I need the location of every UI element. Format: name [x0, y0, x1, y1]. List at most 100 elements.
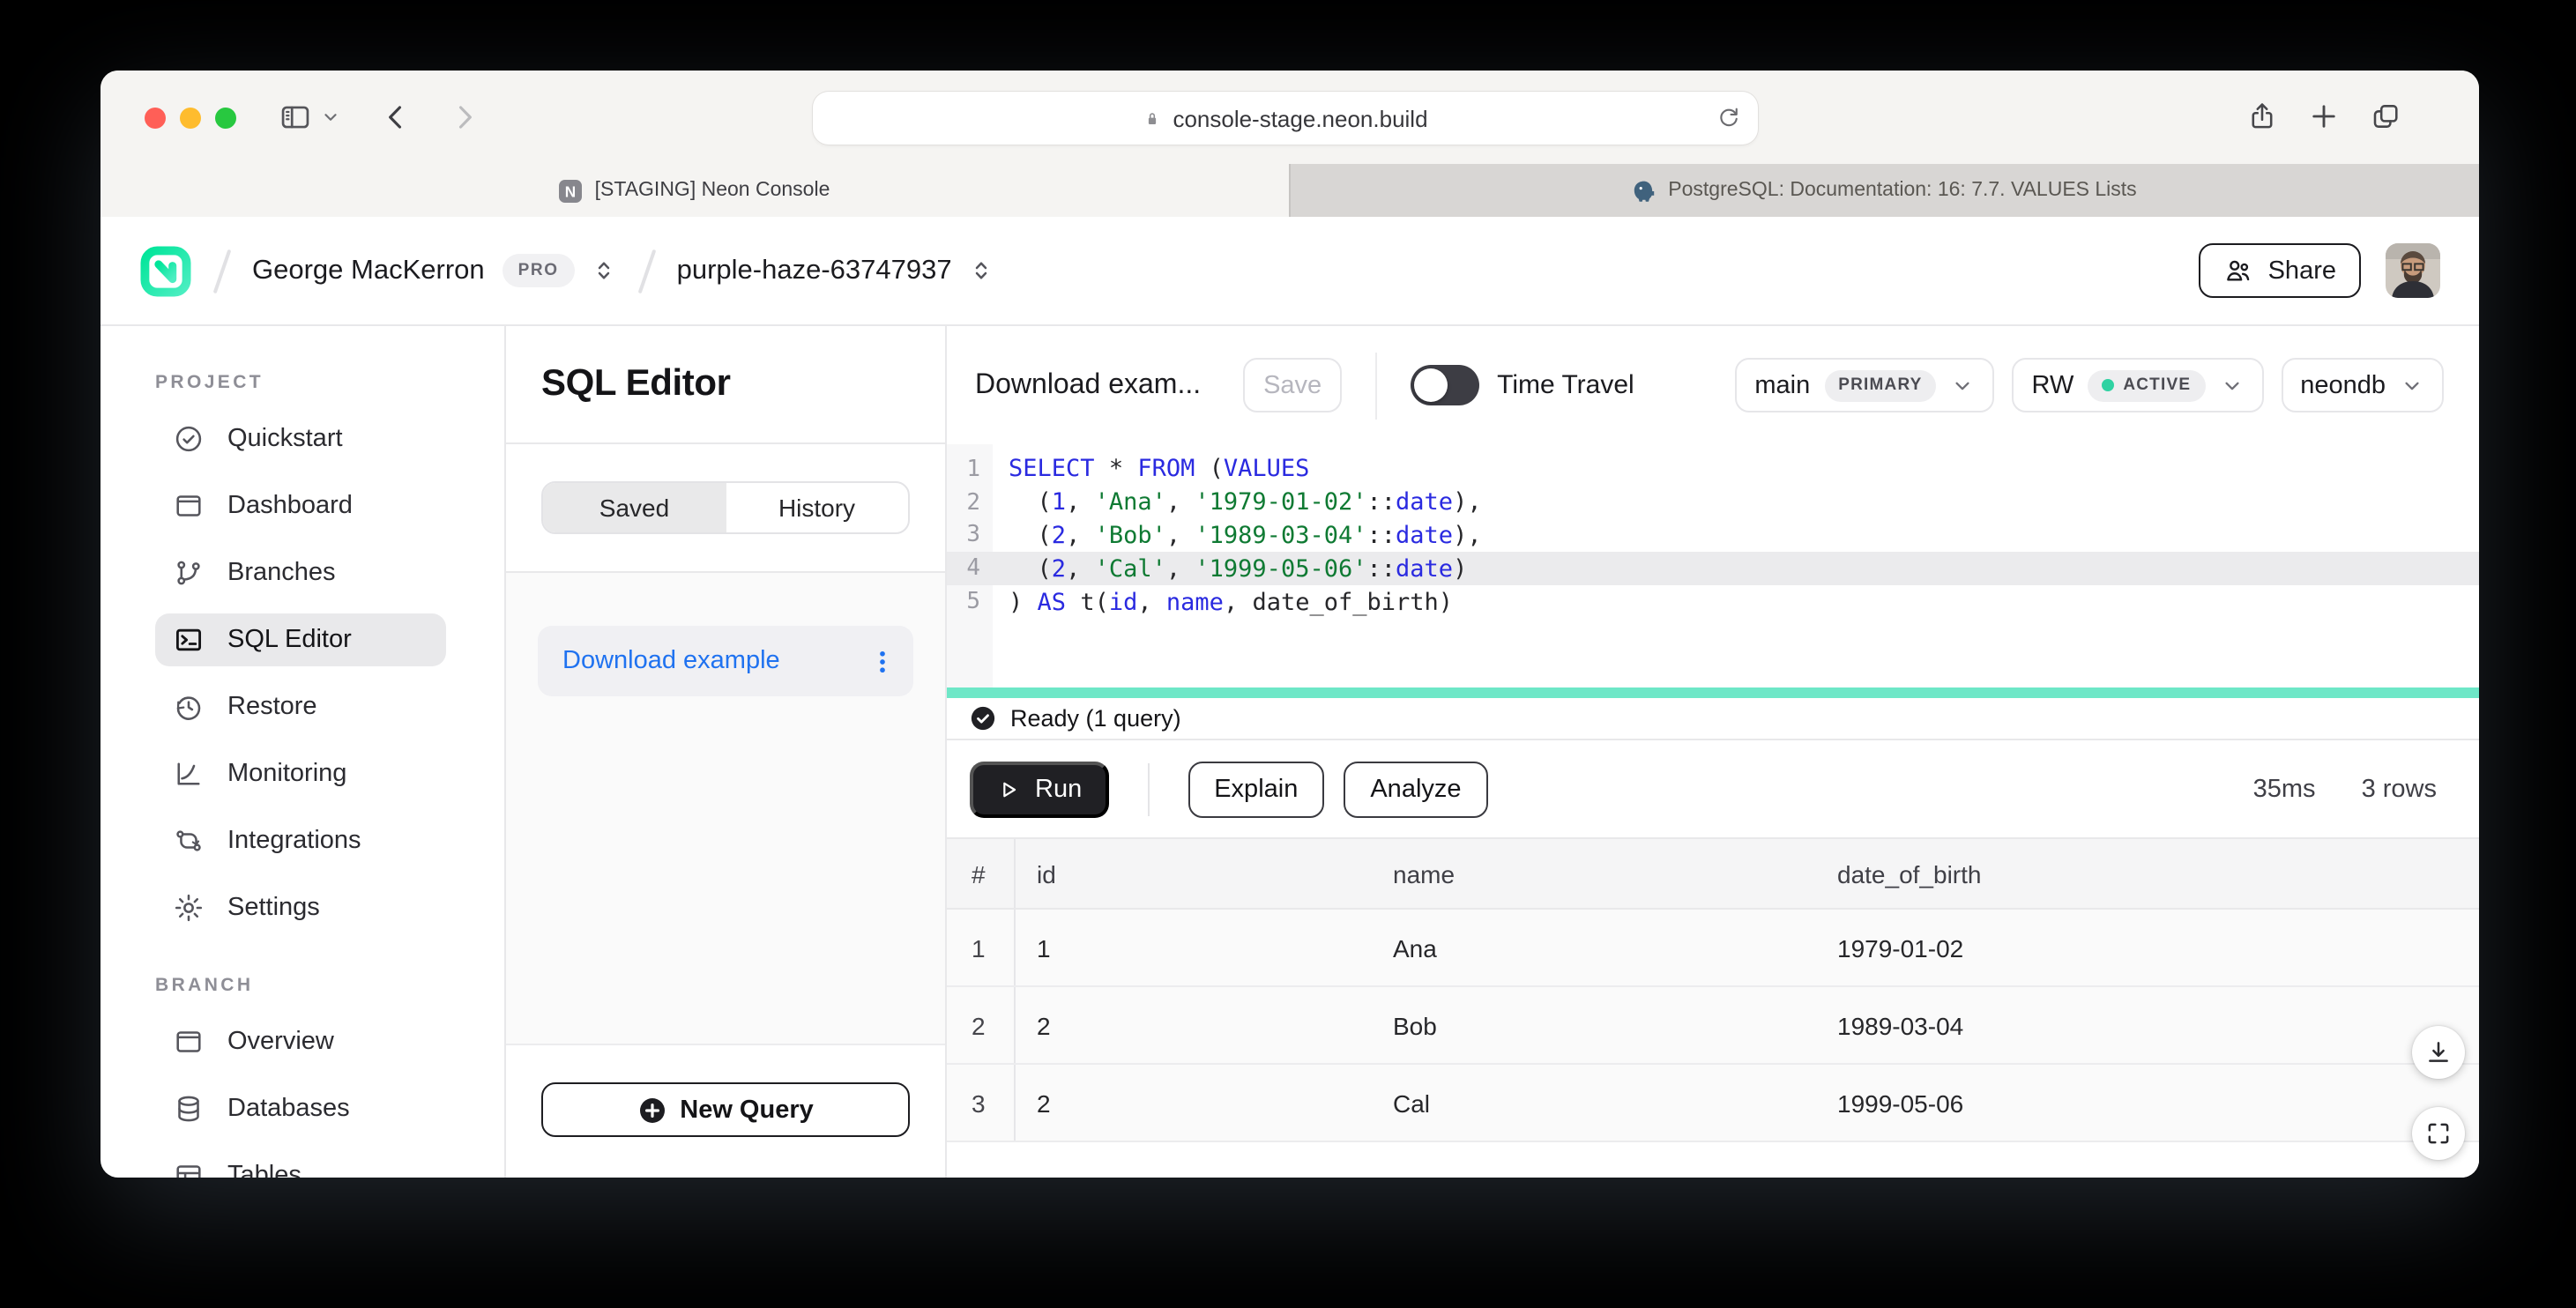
- sidebar-item-quickstart[interactable]: Quickstart: [155, 412, 446, 465]
- results-row[interactable]: 11Ana1979-01-02: [947, 910, 2479, 987]
- code-line[interactable]: 3 (2, 'Bob', '1989-03-04'::date),: [947, 519, 2479, 553]
- tab-overview-icon[interactable]: [2370, 100, 2401, 132]
- org-name[interactable]: George MacKerron: [252, 255, 485, 286]
- sidebar-item-branches[interactable]: Branches: [155, 546, 446, 599]
- results-column-header[interactable]: name: [1393, 839, 1837, 908]
- chevron-down-icon[interactable]: [321, 108, 340, 127]
- sidebar-item-sql-editor[interactable]: SQL Editor: [155, 613, 446, 666]
- avatar[interactable]: [2386, 243, 2440, 298]
- sidebar-item-label: Integrations: [227, 827, 361, 855]
- results-row[interactable]: 22Bob1989-03-04: [947, 987, 2479, 1065]
- new-query-button[interactable]: New Query: [541, 1082, 910, 1137]
- results-column-header[interactable]: id: [1016, 839, 1393, 908]
- code-line-text: (1, 'Ana', '1979-01-02'::date),: [993, 488, 1482, 517]
- line-number: 2: [947, 489, 993, 516]
- download-icon: [2424, 1038, 2453, 1066]
- browser-tab[interactable]: N[STAGING] Neon Console: [101, 164, 1289, 217]
- share-page-icon[interactable]: [2246, 100, 2278, 132]
- share-button-label: Share: [2268, 256, 2336, 285]
- new-tab-icon[interactable]: [2308, 100, 2340, 132]
- database-select[interactable]: neondb: [2281, 358, 2444, 412]
- sidebar-item-tables[interactable]: Tables: [155, 1149, 446, 1178]
- branch-name: main: [1754, 371, 1810, 399]
- results-column-header[interactable]: date_of_birth: [1837, 839, 2479, 908]
- line-number: 4: [947, 556, 993, 583]
- sidebar-item-label: Monitoring: [227, 760, 346, 788]
- back-button[interactable]: [379, 100, 413, 134]
- sidebar-item-settings[interactable]: Settings: [155, 881, 446, 934]
- analyze-button[interactable]: Analyze: [1344, 761, 1487, 817]
- explain-button[interactable]: Explain: [1187, 761, 1324, 817]
- sidebar-item-label: Dashboard: [227, 492, 353, 520]
- sidebar-item-databases[interactable]: Databases: [155, 1082, 446, 1135]
- download-results-button[interactable]: [2412, 1026, 2465, 1079]
- branches-icon: [173, 557, 205, 589]
- org-selector-icon[interactable]: [591, 257, 617, 284]
- query-status-text: Ready (1 query): [1010, 705, 1181, 732]
- editor-resize-handle[interactable]: [947, 687, 2479, 698]
- sidebar-item-dashboard[interactable]: Dashboard: [155, 479, 446, 532]
- fullscreen-window-button[interactable]: [215, 107, 236, 128]
- save-button[interactable]: Save: [1243, 358, 1342, 412]
- tab-history[interactable]: History: [726, 483, 908, 532]
- address-bar[interactable]: console-stage.neon.build: [813, 92, 1758, 145]
- branch-select[interactable]: main PRIMARY: [1735, 358, 1994, 412]
- play-icon: [996, 777, 1021, 801]
- window-icon: [173, 490, 205, 522]
- expand-results-button[interactable]: [2412, 1107, 2465, 1160]
- sidebar-item-restore[interactable]: Restore: [155, 680, 446, 733]
- window-icon: [173, 1026, 205, 1058]
- editor-toolbar: Download exam... Save Time Travel main P…: [947, 326, 2479, 444]
- time-travel-toggle[interactable]: [1411, 365, 1479, 405]
- tab-saved[interactable]: Saved: [543, 483, 726, 532]
- screen: console-stage.neon.build N[STAGING] Neon…: [0, 0, 2576, 1308]
- code-line[interactable]: 2 (1, 'Ana', '1979-01-02'::date),: [947, 487, 2479, 520]
- code-line-text: (2, 'Cal', '1999-05-06'::date): [993, 555, 1467, 583]
- code-line[interactable]: 1SELECT * FROM (VALUES: [947, 453, 2479, 487]
- neon-logo-icon[interactable]: [139, 244, 192, 297]
- saved-query-link[interactable]: Download example: [562, 647, 780, 675]
- sql-code-editor[interactable]: 1SELECT * FROM (VALUES2 (1, 'Ana', '1979…: [947, 444, 2479, 687]
- queries-panel-header: SQL Editor: [506, 326, 945, 444]
- queries-tabs-wrap: SavedHistory: [506, 444, 945, 573]
- kebab-menu-icon[interactable]: [867, 646, 897, 676]
- page-title: SQL Editor: [541, 363, 910, 405]
- sidebar-toggle-icon[interactable]: [279, 100, 312, 134]
- project-selector-icon[interactable]: [968, 257, 994, 284]
- compute-select[interactable]: RW ACTIVE: [2013, 358, 2264, 412]
- results-row[interactable]: 32Cal1999-05-06: [947, 1065, 2479, 1142]
- browser-window: console-stage.neon.build N[STAGING] Neon…: [101, 71, 2479, 1178]
- saved-query-item[interactable]: Download example: [538, 626, 913, 696]
- compute-name: RW: [2032, 371, 2074, 399]
- sidebar-item-overview[interactable]: Overview: [155, 1015, 446, 1068]
- chart-icon: [173, 758, 205, 790]
- code-line[interactable]: 4 (2, 'Cal', '1999-05-06'::date): [947, 553, 2479, 586]
- sidebar-item-integrations[interactable]: Integrations: [155, 814, 446, 867]
- sidebar-item-monitoring[interactable]: Monitoring: [155, 747, 446, 800]
- query-stats: 35ms 3 rows: [2253, 775, 2437, 803]
- run-label: Run: [1035, 775, 1082, 803]
- browser-tab[interactable]: PostgreSQL: Documentation: 16: 7.7. VALU…: [1289, 164, 2479, 217]
- code-line[interactable]: 5) AS t(id, name, date_of_birth): [947, 585, 2479, 619]
- query-actions-row: Run Explain Analyze 35ms 3 rows: [947, 740, 2479, 839]
- line-number: 3: [947, 523, 993, 549]
- chevron-down-icon: [2219, 373, 2244, 398]
- minimize-window-button[interactable]: [180, 107, 201, 128]
- branch-primary-badge: PRIMARY: [1824, 369, 1936, 401]
- results-cell: 2: [1016, 987, 1393, 1063]
- share-button[interactable]: Share: [2200, 243, 2361, 298]
- reload-icon[interactable]: [1716, 104, 1742, 130]
- forward-button[interactable]: [448, 100, 481, 134]
- project-name[interactable]: purple-haze-63747937: [677, 255, 952, 286]
- neon-n-favicon: N: [560, 179, 583, 202]
- results-table: #idnamedate_of_birth11Ana1979-01-0222Bob…: [947, 839, 2479, 1178]
- new-query-label: New Query: [680, 1096, 814, 1124]
- results-cell: 1979-01-02: [1837, 910, 2479, 985]
- sidebar: PROJECTQuickstartDashboardBranchesSQL Ed…: [101, 326, 504, 1178]
- close-window-button[interactable]: [145, 107, 166, 128]
- query-status-row: Ready (1 query): [947, 698, 2479, 740]
- results-column-header[interactable]: #: [947, 839, 1016, 908]
- browser-tab-label: PostgreSQL: Documentation: 16: 7.7. VALU…: [1668, 180, 2136, 201]
- connection-selects: main PRIMARY RW ACTIVE: [1735, 358, 2444, 412]
- run-button[interactable]: Run: [970, 761, 1108, 817]
